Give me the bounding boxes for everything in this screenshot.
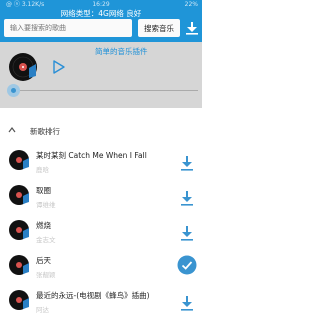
list-item[interactable]: 后天 张靓颖 [0,249,202,284]
network-type-title: 网络类型：4G网络 良好 [60,9,142,18]
search-music-button[interactable]: 搜索音乐 [138,19,180,37]
song-artist: 谭维维 [36,201,56,209]
status-time: 16:29 [92,1,110,8]
list-item[interactable]: 取圈 谭维维 [0,179,202,214]
status-bar: @ ⓝ 3.12K/s 16:29 22% [0,0,202,9]
song-artist: 金志文 [36,236,56,244]
song-title: 某时某刻 Catch Me When I Fall [36,151,147,160]
album-disc-icon [9,255,29,275]
progress-knob[interactable] [7,84,20,97]
album-disc-icon [9,185,29,205]
song-title: 后天 [36,256,51,265]
download-icon[interactable] [179,190,195,206]
list-item[interactable]: 某时某刻 Catch Me When I Fall 鹿晗 [0,144,202,179]
download-icon[interactable] [185,21,199,35]
album-disc-icon [9,53,37,81]
battery-level: 22% [184,1,198,8]
song-title: 最近的永远-(电视剧《蜂鸟》插曲) [36,291,150,300]
song-title: 取圈 [36,186,51,195]
album-disc-icon [9,290,29,310]
plugin-label: 简单的音乐插件 [95,47,148,56]
progress-track[interactable] [8,90,198,91]
album-disc-icon [9,220,29,240]
play-icon[interactable] [52,60,66,74]
download-icon[interactable] [179,155,195,171]
album-disc-icon [9,150,29,170]
list-item[interactable]: 最近的永远-(电视剧《蜂鸟》插曲) 阿达 [0,284,202,319]
search-input[interactable] [4,19,132,37]
chevron-up-icon[interactable] [8,126,16,134]
song-title: 燃烧 [36,221,51,230]
song-artist: 阿达 [36,306,49,314]
download-icon[interactable] [179,225,195,241]
download-icon[interactable] [179,295,195,311]
section-title: 新歌排行 [30,127,60,136]
check-icon[interactable] [177,255,197,275]
song-artist: 鹿晗 [36,166,49,174]
list-item[interactable]: 燃烧 金志文 [0,214,202,249]
song-artist: 张靓颖 [36,271,56,279]
